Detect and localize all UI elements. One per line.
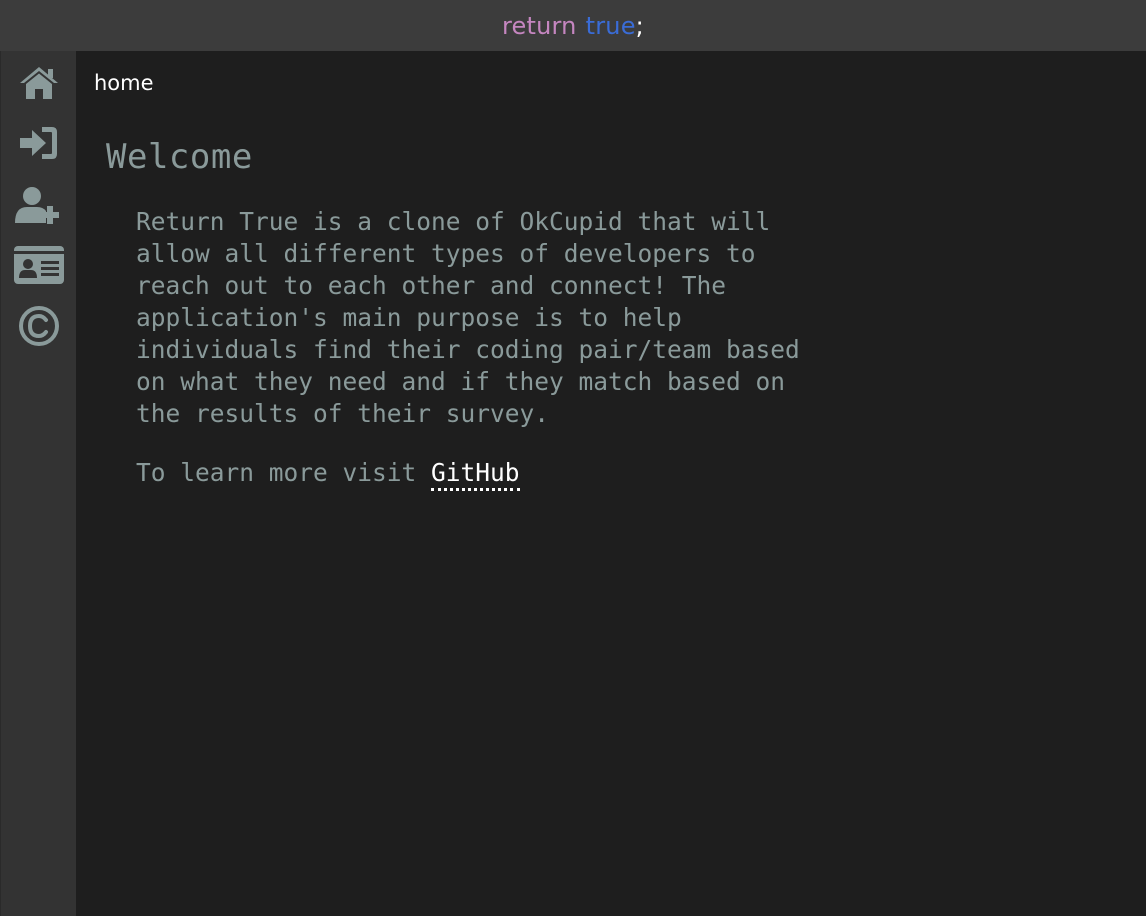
sidebar-item-copyright[interactable] bbox=[13, 304, 65, 348]
sign-in-icon bbox=[20, 127, 57, 159]
learn-more-text: To learn more visit GitHub bbox=[136, 457, 520, 491]
sidebar-item-signup[interactable] bbox=[13, 183, 65, 227]
sidebar bbox=[0, 51, 76, 916]
copyright-icon bbox=[19, 306, 59, 346]
user-plus-icon bbox=[15, 187, 59, 224]
id-card-icon bbox=[14, 246, 64, 284]
intro-paragraph: Return True is a clone of OkCupid that w… bbox=[136, 207, 800, 428]
page-tab-label: home bbox=[94, 71, 154, 95]
title-bar: return true; bbox=[0, 0, 1146, 51]
sidebar-item-home[interactable] bbox=[13, 61, 65, 105]
title-keyword: return bbox=[502, 11, 577, 40]
learn-more-prefix: To learn more visit bbox=[136, 458, 432, 487]
sidebar-item-login[interactable] bbox=[13, 121, 65, 165]
main-content: home Welcome Return True is a clone of O… bbox=[76, 51, 1146, 916]
page-title: Welcome bbox=[106, 137, 253, 177]
title-semicolon: ; bbox=[635, 11, 644, 40]
github-link[interactable]: GitHub bbox=[431, 458, 520, 491]
sidebar-item-profile[interactable] bbox=[13, 243, 65, 287]
home-icon bbox=[20, 67, 58, 99]
app-window: return true; home Welcome Return True is… bbox=[0, 0, 1146, 916]
title-value: true bbox=[585, 11, 636, 40]
